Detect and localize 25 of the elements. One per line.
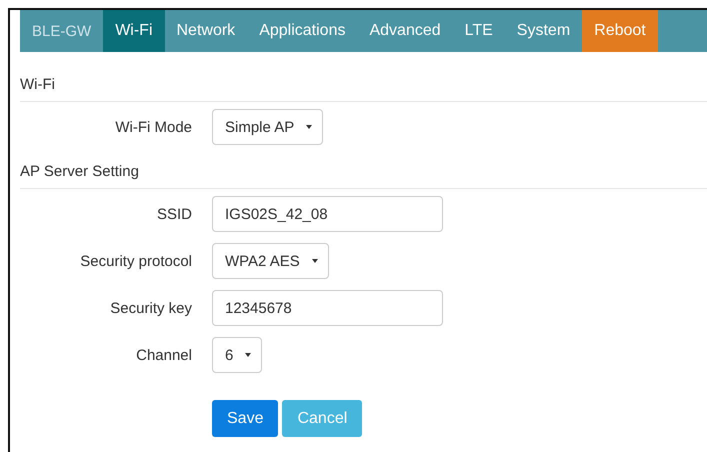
brand-link[interactable]: BLE-GW (20, 10, 104, 52)
section-heading: AP Server Setting (20, 149, 707, 189)
dropdown[interactable]: 6 (212, 337, 262, 373)
caret-icon (312, 258, 318, 264)
caret-icon (245, 352, 252, 358)
section-heading: Wi-Fi (20, 52, 707, 102)
input-field[interactable]: 12345678 (212, 290, 443, 326)
cancel-button[interactable]: Cancel (282, 400, 362, 437)
field-label: Security protocol (79, 252, 192, 270)
caret-icon (306, 124, 312, 130)
nav-tab[interactable]: Network (164, 10, 248, 52)
reboot-button[interactable]: Reboot (582, 10, 658, 52)
nav-tab[interactable]: LTE (452, 10, 505, 52)
field-label: Security key (109, 300, 192, 316)
dropdown[interactable]: Simple AP (212, 109, 324, 145)
nav-tab[interactable]: Wi-Fi (103, 10, 164, 52)
save-button[interactable]: Save (212, 400, 278, 437)
input-field[interactable]: IGS02S_42_08 (212, 196, 443, 232)
nav-tab[interactable]: Advanced (357, 10, 453, 52)
nav-tab[interactable]: System (504, 10, 582, 52)
dropdown[interactable]: WPA2 AES (212, 243, 329, 279)
field-label: Wi-Fi Mode (114, 118, 192, 136)
field-label: SSID (156, 206, 192, 222)
nav-tab[interactable]: Applications (247, 10, 358, 52)
field-label: Channel (135, 346, 192, 364)
